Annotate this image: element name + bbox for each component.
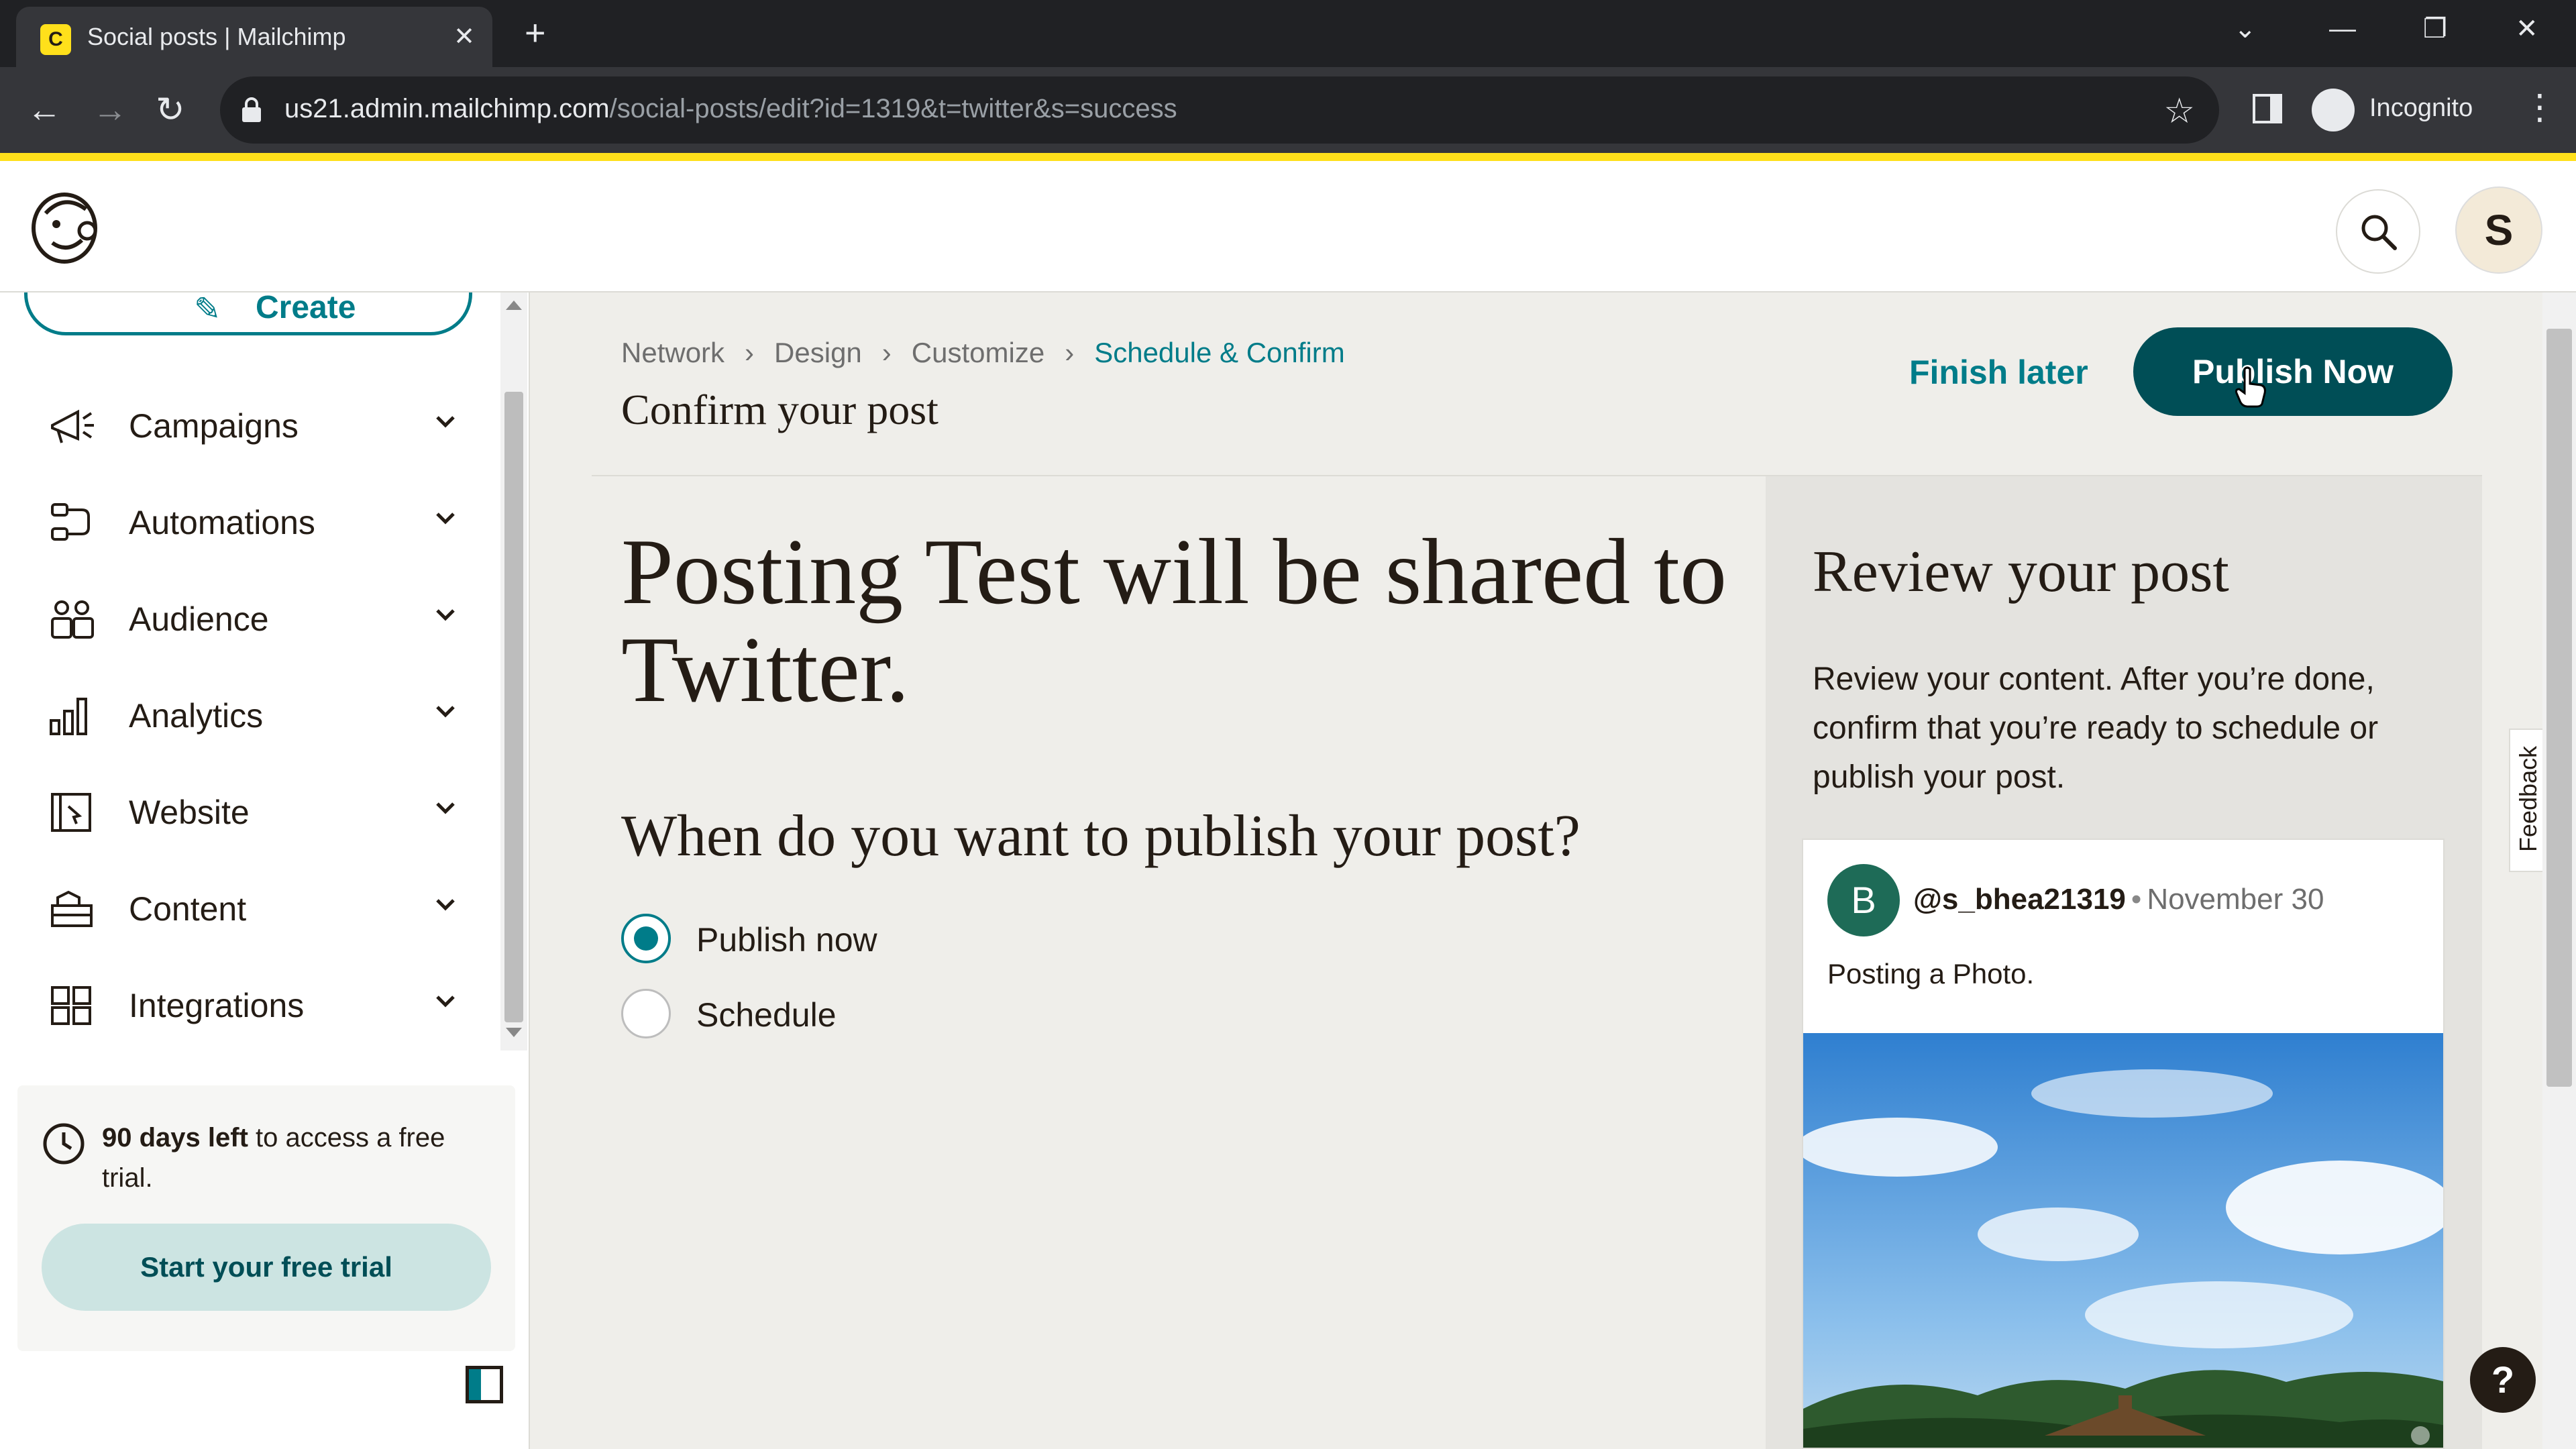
sidebar-item-website[interactable]: Website: [0, 766, 496, 855]
minimize-icon[interactable]: —: [2329, 12, 2356, 46]
tab-close-icon[interactable]: ✕: [453, 21, 475, 52]
app-header: S: [0, 161, 2576, 292]
user-avatar[interactable]: S: [2455, 186, 2542, 274]
back-icon[interactable]: ←: [27, 90, 62, 130]
address-bar[interactable]: us21.admin.mailchimp.com/social-posts/ed…: [220, 76, 2219, 144]
publish-now-label: Publish now: [696, 921, 877, 959]
publish-now-button[interactable]: Publish Now: [2133, 327, 2453, 416]
browser-tab[interactable]: C Social posts | Mailchimp ✕: [16, 7, 492, 67]
incognito-icon: [2312, 89, 2355, 131]
page-title: Confirm your post: [621, 386, 938, 433]
start-free-trial-button[interactable]: Start your free trial: [42, 1224, 491, 1311]
publish-now-radio[interactable]: [621, 914, 671, 963]
incognito-profile[interactable]: Incognito: [2306, 82, 2487, 137]
mailchimp-favicon-icon: C: [40, 24, 71, 55]
bar-chart-icon: [50, 698, 87, 735]
sidebar-item-content[interactable]: Content: [0, 863, 496, 951]
sidebar-item-integrations[interactable]: Integrations: [0, 959, 496, 1048]
side-panel-icon[interactable]: [2253, 94, 2282, 123]
restore-icon[interactable]: ❐: [2423, 12, 2447, 46]
hand-cursor-icon: [2235, 366, 2266, 408]
sidebar-item-audience[interactable]: Audience: [0, 573, 496, 661]
create-label: Create: [256, 292, 356, 325]
sidebar-item-label: Content: [129, 890, 247, 928]
incognito-accent-line: [0, 153, 2576, 161]
sidebar-scroll-thumb[interactable]: [504, 392, 523, 1022]
browser-menu-icon[interactable]: ⋮: [2522, 87, 2557, 127]
forward-icon[interactable]: →: [93, 90, 127, 130]
post-date: November 30: [2147, 883, 2324, 916]
post-photo-image: [1803, 1033, 2443, 1448]
incognito-label: Incognito: [2369, 94, 2473, 122]
chevron-down-icon: [436, 802, 455, 814]
trial-card: 90 days left to access a free trial. Sta…: [17, 1085, 515, 1351]
breadcrumb: Network › Design › Customize › Schedule & Conf…: [621, 337, 1345, 369]
browser-tabbar: C Social posts | Mailchimp ✕ + ⌄ — ❐ ✕: [0, 0, 2576, 67]
schedule-radio[interactable]: [621, 989, 671, 1038]
post-separator: •: [2131, 883, 2142, 916]
post-handle: @s_bhea21319: [1913, 883, 2126, 916]
chevron-down-icon: [436, 706, 455, 718]
sidebar-item-label: Audience: [129, 600, 269, 638]
review-description: Review your content. After you’re done, …: [1813, 661, 2379, 795]
mailchimp-logo-icon[interactable]: [25, 186, 103, 267]
breadcrumb-design[interactable]: Design: [774, 337, 862, 369]
schedule-label: Schedule: [696, 996, 837, 1034]
audience-icon: [51, 600, 94, 639]
create-button[interactable]: ✎ Create: [24, 292, 472, 335]
clock-icon: [43, 1123, 85, 1165]
share-headline: Posting Test will be shared to Twitter.: [621, 520, 1727, 722]
chevron-down-icon: [436, 996, 455, 1008]
tab-title: Social posts | Mailchimp: [87, 23, 346, 50]
lock-icon: [242, 97, 261, 122]
page-scroll-thumb[interactable]: [2546, 329, 2572, 1087]
reload-icon[interactable]: ↻: [156, 90, 185, 130]
chevron-right-icon: ›: [745, 337, 755, 368]
pencil-icon: ✎: [194, 292, 221, 327]
chevron-down-icon: [436, 513, 455, 525]
breadcrumb-customize[interactable]: Customize: [912, 337, 1044, 369]
collapse-sidebar-icon[interactable]: [466, 1366, 503, 1403]
sidebar-item-label: Automations: [129, 504, 315, 541]
post-preview-card: B @s_bhea21319 • November 30 Posting a Pho…: [1802, 839, 2445, 1449]
sidebar-item-campaigns[interactable]: Campaigns: [0, 380, 496, 468]
chevron-down-icon: [436, 416, 455, 428]
finish-later-button[interactable]: Finish later: [1909, 353, 2088, 392]
sidebar-item-analytics[interactable]: Analytics: [0, 669, 496, 758]
post-avatar: B: [1827, 864, 1900, 936]
website-icon: [51, 793, 91, 832]
sidebar-item-automations[interactable]: Automations: [0, 476, 496, 565]
sidebar-item-label: Campaigns: [129, 407, 299, 445]
post-meta: @s_bhea21319 • November 30: [1913, 883, 2324, 916]
automations-icon: [51, 503, 90, 541]
breadcrumb-schedule-confirm[interactable]: Schedule & Confirm: [1094, 337, 1345, 369]
sidebar-item-label: Analytics: [129, 697, 264, 735]
feedback-label: Feedback: [2514, 745, 2542, 852]
content-icon: [51, 890, 93, 927]
review-title: Review your post: [1813, 539, 2229, 604]
sidebar-item-label: Integrations: [129, 987, 305, 1024]
chevron-down-icon: [436, 609, 455, 621]
window-close-icon[interactable]: ✕: [2516, 12, 2538, 46]
chevron-right-icon: ›: [881, 337, 892, 368]
megaphone-icon: [51, 409, 94, 443]
scroll-up-arrow-icon[interactable]: [506, 301, 522, 310]
url-text: us21.admin.mailchimp.com/social-posts/ed…: [284, 94, 1177, 123]
post-text: Posting a Photo.: [1827, 958, 2035, 989]
publish-question: When do you want to publish your post?: [621, 804, 1580, 869]
chevron-right-icon: ›: [1065, 337, 1075, 368]
browser-toolbar: ← → ↻ us21.admin.mailchimp.com/social-po…: [0, 67, 2576, 153]
bookmark-star-icon[interactable]: ☆: [2163, 91, 2195, 131]
breadcrumb-network[interactable]: Network: [621, 337, 724, 369]
help-button[interactable]: ?: [2470, 1347, 2536, 1413]
search-icon: [2361, 215, 2397, 250]
new-tab-icon[interactable]: +: [525, 15, 546, 51]
search-button[interactable]: [2336, 189, 2420, 274]
trial-message: 90 days left to access a free trial.: [102, 1123, 445, 1193]
tab-search-icon[interactable]: ⌄: [2234, 12, 2257, 46]
sidebar-item-label: Website: [129, 794, 250, 831]
scroll-down-arrow-icon[interactable]: [506, 1028, 522, 1037]
chevron-down-icon: [436, 899, 455, 911]
grid-icon: [51, 986, 91, 1025]
